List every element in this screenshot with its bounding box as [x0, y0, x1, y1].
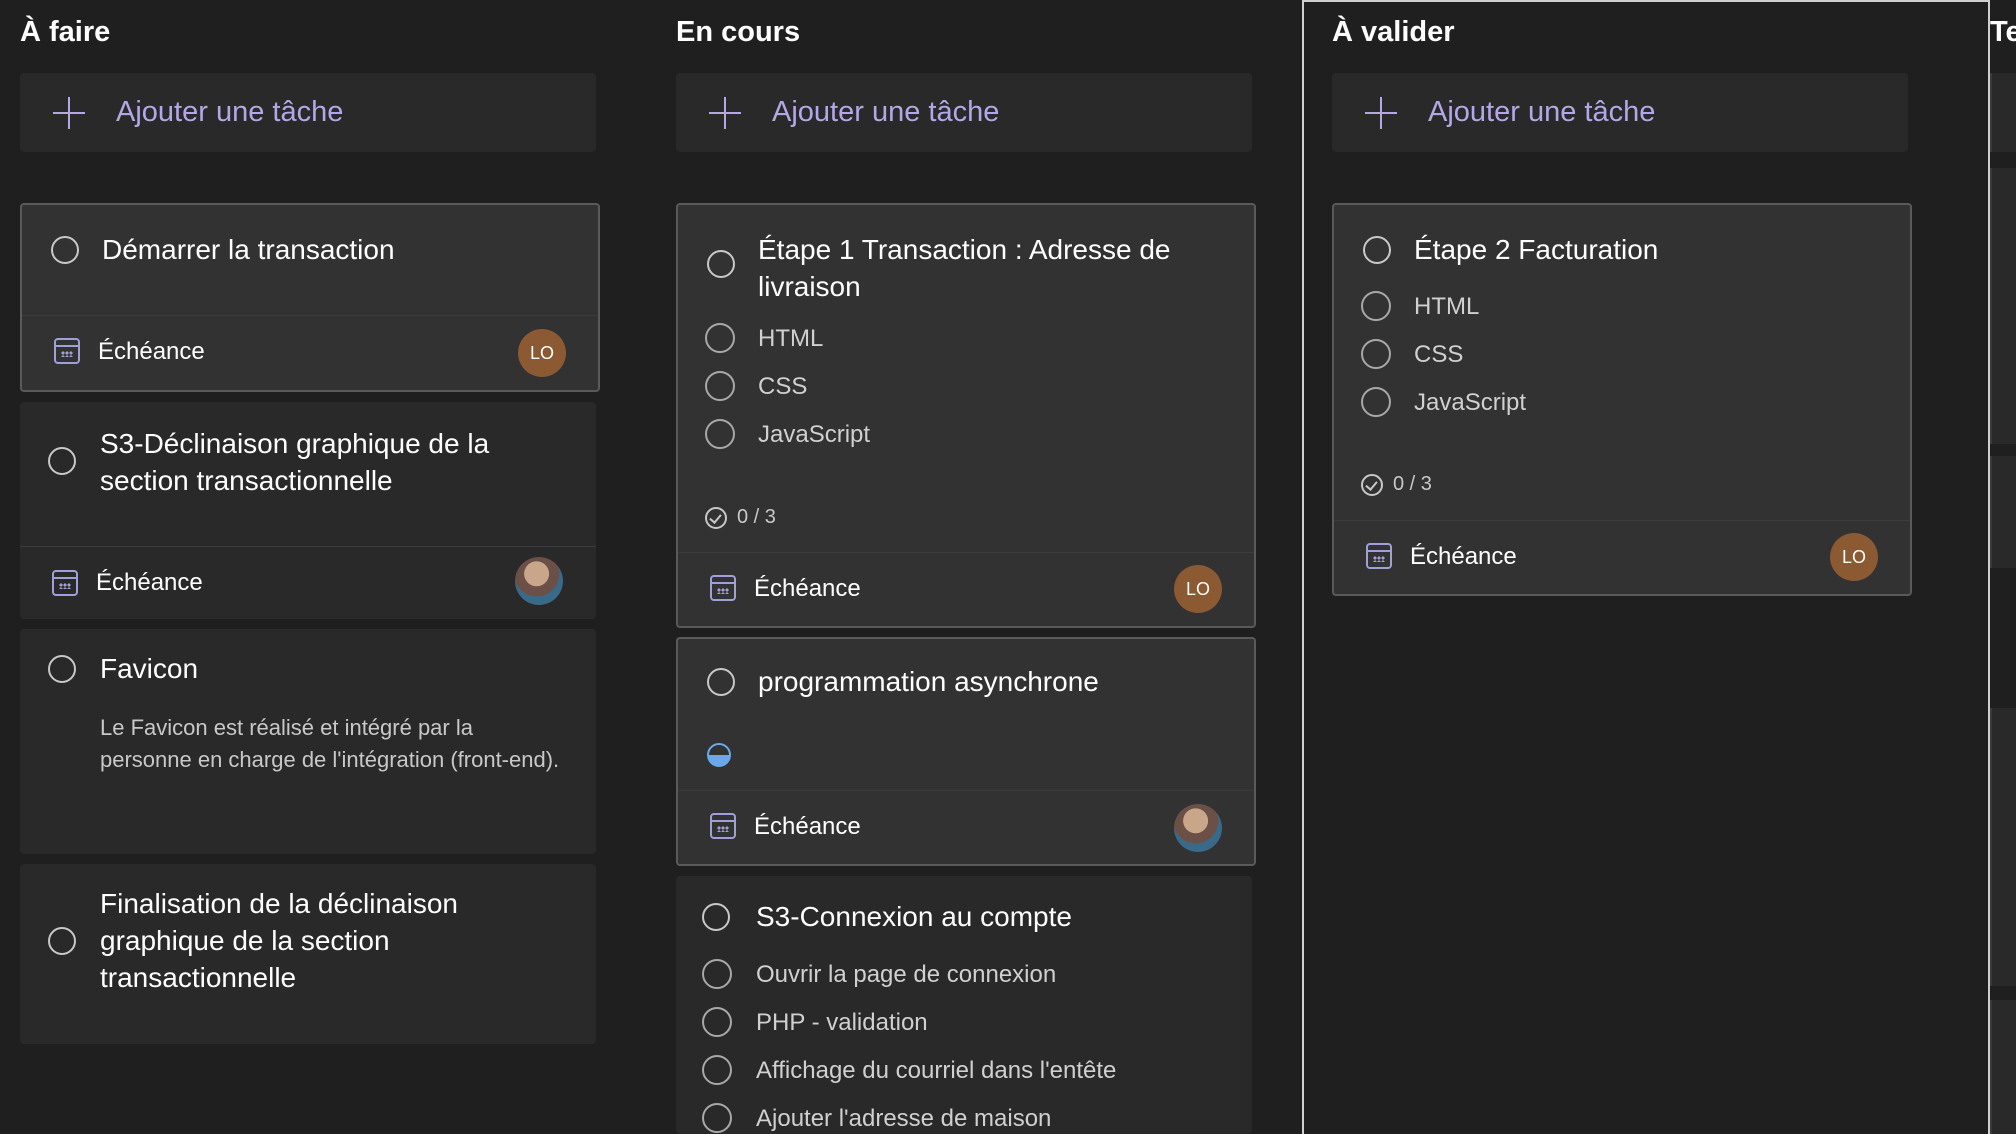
column-en-cours: En cours Ajouter une tâche Étape 1 Trans…	[656, 0, 1296, 1134]
checklist-progress: 0 / 3	[705, 506, 776, 529]
checklist-item: Affichage du courriel dans l'entête	[756, 1057, 1117, 1084]
checklist-checkbox[interactable]	[705, 371, 735, 401]
column-a-faire: À faire Ajouter une tâche Démarrer la tr…	[0, 0, 640, 1134]
due-date-label[interactable]: Échéance	[754, 813, 861, 841]
complete-checkbox[interactable]	[51, 236, 79, 264]
task-card[interactable]: Favicon Le Favicon est réalisé et intégr…	[20, 629, 596, 854]
checklist-checkbox[interactable]	[1361, 339, 1391, 369]
due-date-label[interactable]: Échéance	[98, 338, 205, 366]
add-task-label: Ajouter une tâche	[1428, 96, 1656, 128]
complete-checkbox[interactable]	[707, 668, 735, 696]
planner-board: À faire Ajouter une tâche Démarrer la tr…	[0, 0, 2016, 1134]
calendar-icon	[710, 575, 736, 601]
calendar-icon	[1366, 543, 1392, 569]
complete-checkbox[interactable]	[702, 903, 730, 931]
checklist-checkbox[interactable]	[705, 419, 735, 449]
checklist-checkbox[interactable]	[702, 1055, 732, 1085]
task-card[interactable]: Finalisation de la déclinaison graphique…	[20, 864, 596, 1044]
due-date-label[interactable]: Échéance	[1410, 543, 1517, 571]
plus-icon	[53, 97, 85, 129]
checklist-progress-text: 0 / 3	[1393, 473, 1432, 495]
checklist-item: CSS	[1414, 341, 1464, 368]
avatar[interactable]: LO	[1830, 533, 1878, 581]
task-card[interactable]: Étape 2 Facturation HTML CSS JavaScript …	[1332, 203, 1912, 596]
checklist-checkbox[interactable]	[705, 323, 735, 353]
checklist-checkbox[interactable]	[702, 1007, 732, 1037]
column-title: En cours	[676, 16, 801, 48]
calendar-icon	[52, 570, 78, 596]
task-title: S3-Connexion au compte	[756, 901, 1072, 932]
add-task-label: Ajouter une tâche	[772, 96, 1000, 128]
column-title: À faire	[20, 16, 111, 48]
checklist-checkbox[interactable]	[1361, 291, 1391, 321]
task-title: programmation asynchrone	[758, 666, 1099, 697]
checklist-item: HTML	[758, 325, 824, 352]
avatar[interactable]	[1174, 804, 1222, 852]
task-card[interactable]: S3-Déclinaison graphique de la section t…	[20, 402, 596, 619]
task-title: Finalisation de la déclinaison graphique…	[100, 888, 458, 993]
column-partial: Te	[1990, 0, 2016, 1134]
add-task-button[interactable]	[1990, 73, 2016, 152]
checklist-progress-text: 0 / 3	[737, 506, 776, 528]
calendar-icon	[710, 813, 736, 839]
calendar-icon	[54, 338, 80, 364]
task-card[interactable]: programmation asynchrone Échéance	[676, 637, 1256, 866]
task-title: Favicon	[100, 653, 199, 684]
complete-checkbox[interactable]	[48, 447, 76, 475]
avatar[interactable]: LO	[518, 329, 566, 377]
task-description: Le Favicon est réalisé et intégré par la…	[100, 715, 560, 772]
task-title: Démarrer la transaction	[102, 234, 395, 265]
checklist-item: Ouvrir la page de connexion	[756, 961, 1057, 988]
task-card[interactable]	[1990, 456, 2016, 568]
checklist-item: CSS	[758, 373, 808, 400]
column-title: Te	[1990, 16, 2016, 48]
add-task-button[interactable]: Ajouter une tâche	[20, 73, 596, 152]
plus-icon	[1365, 97, 1397, 129]
task-card[interactable]: Démarrer la transaction Échéance LO	[20, 203, 600, 392]
checklist-item: JavaScript	[758, 421, 871, 448]
complete-checkbox[interactable]	[48, 655, 76, 683]
avatar[interactable]	[515, 557, 563, 605]
checklist-item: PHP - validation	[756, 1009, 928, 1036]
column-frame-left	[1302, 0, 1304, 1134]
card-footer: Échéance LO	[678, 552, 1254, 626]
due-date-label[interactable]: Échéance	[96, 569, 203, 597]
card-footer: Échéance	[20, 546, 596, 619]
task-title: Étape 1 Transaction : Adresse de livrais…	[758, 234, 1171, 302]
task-card[interactable]: S3-Connexion au compte Ouvrir la page de…	[676, 876, 1252, 1134]
column-a-valider: À valider Ajouter une tâche Étape 2 Fact…	[1312, 0, 1972, 1134]
complete-checkbox[interactable]	[707, 250, 735, 278]
task-title: S3-Déclinaison graphique de la section t…	[100, 428, 490, 496]
due-date-label[interactable]: Échéance	[754, 575, 861, 603]
task-card[interactable]: Étape 1 Transaction : Adresse de livrais…	[676, 203, 1256, 628]
checklist-checkbox[interactable]	[702, 959, 732, 989]
checklist-item: HTML	[1414, 293, 1480, 320]
checklist-item: JavaScript	[1414, 389, 1527, 416]
add-task-button[interactable]: Ajouter une tâche	[676, 73, 1252, 152]
column-title: À valider	[1332, 16, 1455, 48]
complete-checkbox[interactable]	[1363, 236, 1391, 264]
card-footer: Échéance	[678, 790, 1254, 864]
in-progress-icon[interactable]	[707, 743, 731, 767]
add-task-button[interactable]: Ajouter une tâche	[1332, 73, 1908, 152]
card-footer: Échéance LO	[22, 315, 598, 390]
checklist-checkbox[interactable]	[702, 1103, 732, 1133]
checklist-checkbox[interactable]	[1361, 387, 1391, 417]
checklist-progress-icon	[705, 506, 727, 529]
checklist-progress-icon	[1361, 473, 1383, 496]
plus-icon	[709, 97, 741, 129]
complete-checkbox[interactable]	[48, 927, 76, 955]
avatar[interactable]: LO	[1174, 565, 1222, 613]
task-title: Étape 2 Facturation	[1414, 234, 1659, 265]
task-card[interactable]	[1990, 708, 2016, 986]
add-task-label: Ajouter une tâche	[116, 96, 344, 128]
task-card[interactable]	[1990, 168, 2016, 444]
checklist-item: Ajouter l'adresse de maison	[756, 1105, 1052, 1132]
task-card[interactable]	[1990, 1000, 2016, 1134]
card-footer: Échéance LO	[1334, 520, 1910, 594]
checklist-progress: 0 / 3	[1361, 473, 1432, 496]
